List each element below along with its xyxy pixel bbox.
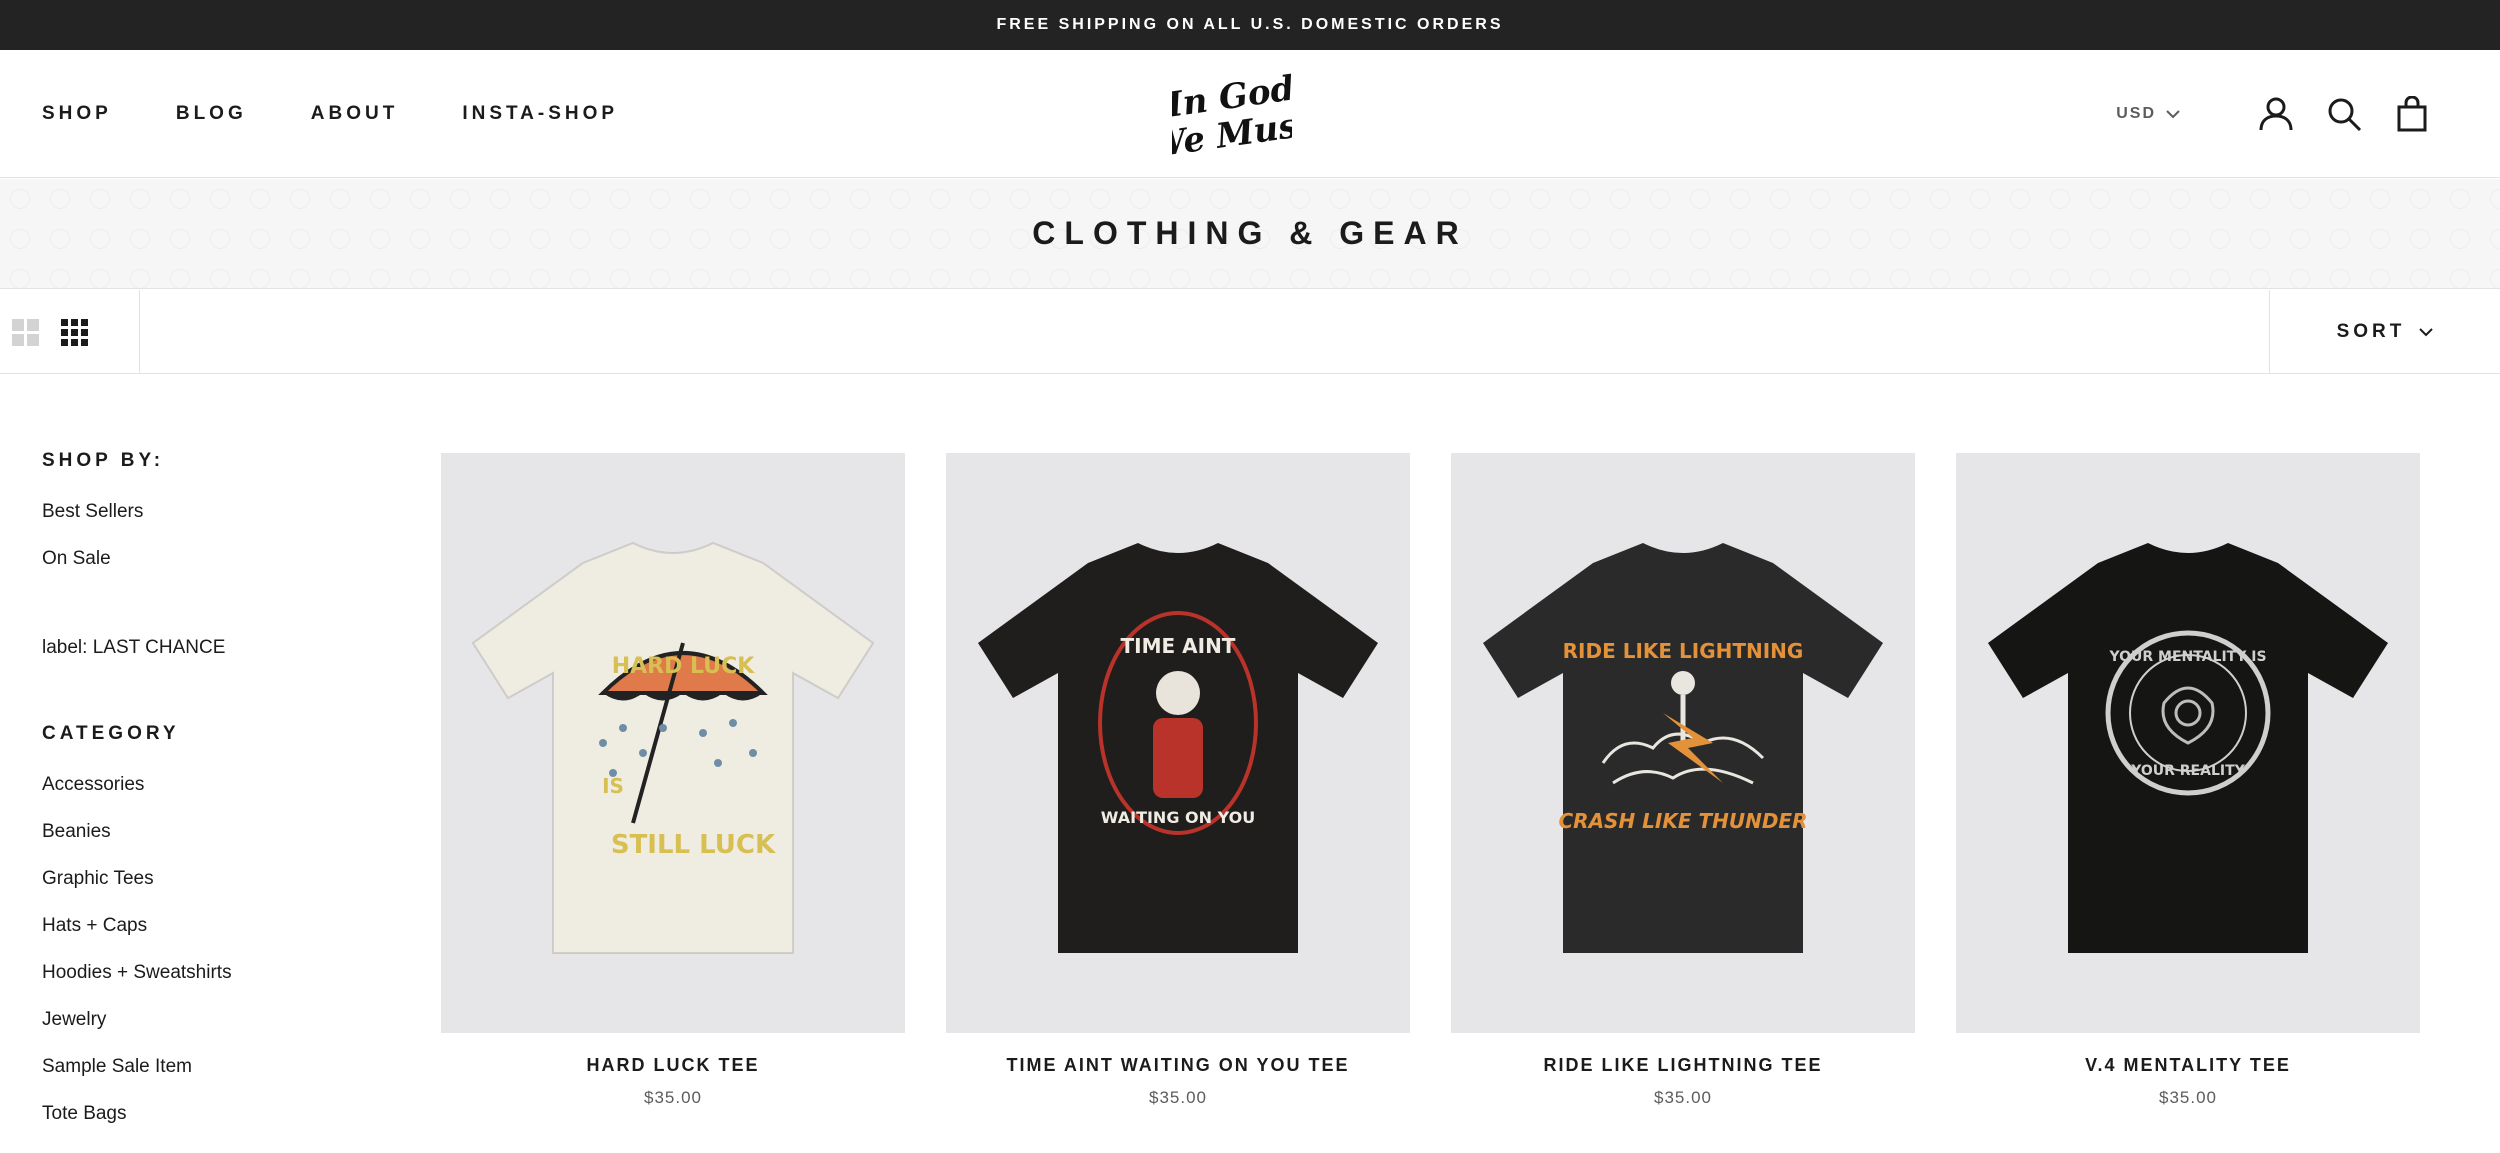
- site-header: SHOP BLOG ABOUT INSTA-SHOP In God We Mus…: [0, 50, 2500, 178]
- search-icon[interactable]: [2326, 96, 2362, 132]
- filter-sidebar: SHOP BY: Best Sellers On Sale label: LAS…: [42, 450, 372, 1149]
- category-graphic-tees[interactable]: Graphic Tees: [42, 867, 372, 890]
- account-icon[interactable]: [2258, 96, 2294, 132]
- nav-item-blog[interactable]: BLOG: [176, 103, 247, 125]
- chevron-down-icon: [2419, 328, 2434, 337]
- sort-label: SORT: [2336, 321, 2406, 342]
- product-image[interactable]: TIME AINT WAITING ON YOU: [946, 453, 1410, 1033]
- svg-text:IS: IS: [602, 774, 624, 798]
- nav-item-shop[interactable]: SHOP: [42, 103, 112, 125]
- tshirt-image: RIDE LIKE LIGHTNING CRASH LIKE THUNDER: [1483, 543, 1883, 953]
- tshirt-image: HARD LUCK IS STILL LUCK: [471, 541, 875, 954]
- main-nav: SHOP BLOG ABOUT INSTA-SHOP: [42, 50, 682, 178]
- header-actions: USD: [2116, 50, 2430, 178]
- sort-button[interactable]: SORT: [2269, 290, 2500, 374]
- category-sample-sale-item[interactable]: Sample Sale Item: [42, 1055, 372, 1078]
- chevron-down-icon: [2166, 110, 2180, 119]
- filter-best-sellers[interactable]: Best Sellers: [42, 500, 372, 523]
- page-title: CLOTHING & GEAR: [1032, 215, 1468, 251]
- product-price: $35.00: [1149, 1088, 1207, 1107]
- product-title[interactable]: V.4 MENTALITY TEE: [1956, 1055, 2420, 1076]
- layout-switcher: [0, 290, 140, 374]
- product-card: HARD LUCK IS STILL LUCK HARD LUCK TEE $3…: [441, 453, 905, 1108]
- svg-text:WAITING ON YOU: WAITING ON YOU: [1101, 808, 1255, 827]
- nav-item-insta-shop[interactable]: INSTA-SHOP: [462, 103, 618, 125]
- brand-logo-mark: In God We Must: [1145, 68, 1315, 166]
- product-price: $35.00: [644, 1088, 702, 1107]
- shop-by-heading: SHOP BY:: [42, 450, 165, 471]
- cart-icon[interactable]: [2394, 96, 2430, 132]
- category-hoodies-sweatshirts[interactable]: Hoodies + Sweatshirts: [42, 961, 372, 984]
- product-card: TIME AINT WAITING ON YOU TIME AINT WAITI…: [946, 453, 1410, 1108]
- currency-label: USD: [2116, 105, 2156, 122]
- collection-header: CLOTHING & GEAR: [0, 179, 2500, 289]
- svg-text:RIDE LIKE LIGHTNING: RIDE LIKE LIGHTNING: [1563, 639, 1804, 663]
- category-jewelry[interactable]: Jewelry: [42, 1008, 372, 1031]
- product-card: RIDE LIKE LIGHTNING CRASH LIKE THUNDER R…: [1451, 453, 1915, 1108]
- filter-label-last-chance[interactable]: label: LAST CHANCE: [42, 636, 372, 659]
- grid-3-icon[interactable]: [61, 318, 88, 346]
- product-image[interactable]: HARD LUCK IS STILL LUCK: [441, 453, 905, 1033]
- product-title[interactable]: RIDE LIKE LIGHTNING TEE: [1451, 1055, 1915, 1076]
- collection-toolbar: SORT: [0, 290, 2500, 374]
- product-title[interactable]: TIME AINT WAITING ON YOU TEE: [946, 1055, 1410, 1076]
- announcement-text: FREE SHIPPING ON ALL U.S. DOMESTIC ORDER…: [996, 16, 1504, 33]
- product-price: $35.00: [1654, 1088, 1712, 1107]
- svg-text:YOUR REALITY: YOUR REALITY: [2130, 763, 2245, 779]
- announcement-bar: FREE SHIPPING ON ALL U.S. DOMESTIC ORDER…: [0, 0, 2500, 50]
- category-hats-caps[interactable]: Hats + Caps: [42, 914, 372, 937]
- currency-selector[interactable]: USD: [2116, 105, 2180, 123]
- svg-text:TIME AINT: TIME AINT: [1121, 634, 1236, 658]
- category-beanies[interactable]: Beanies: [42, 820, 372, 843]
- grid-2-icon[interactable]: [12, 318, 39, 346]
- svg-text:STILL LUCK: STILL LUCK: [611, 830, 776, 860]
- brand-logo[interactable]: In God We Must: [1145, 64, 1315, 166]
- category-accessories[interactable]: Accessories: [42, 773, 372, 796]
- category-tote-bags[interactable]: Tote Bags: [42, 1102, 372, 1125]
- svg-text:CRASH LIKE THUNDER: CRASH LIKE THUNDER: [1559, 809, 1808, 833]
- product-image[interactable]: RIDE LIKE LIGHTNING CRASH LIKE THUNDER: [1451, 453, 1915, 1033]
- tshirt-image: TIME AINT WAITING ON YOU: [978, 543, 1378, 953]
- product-price: $35.00: [2159, 1088, 2217, 1107]
- product-title[interactable]: HARD LUCK TEE: [441, 1055, 905, 1076]
- svg-text:HARD LUCK: HARD LUCK: [612, 654, 756, 679]
- filter-on-sale[interactable]: On Sale: [42, 547, 372, 570]
- svg-text:YOUR MENTALITY IS: YOUR MENTALITY IS: [2108, 649, 2266, 665]
- nav-item-about[interactable]: ABOUT: [311, 103, 399, 125]
- tshirt-image: YOUR MENTALITY IS YOUR REALITY: [1988, 543, 2388, 953]
- category-heading: CATEGORY: [42, 723, 180, 744]
- product-image[interactable]: YOUR MENTALITY IS YOUR REALITY: [1956, 453, 2420, 1033]
- product-card: YOUR MENTALITY IS YOUR REALITY V.4 MENTA…: [1956, 453, 2420, 1108]
